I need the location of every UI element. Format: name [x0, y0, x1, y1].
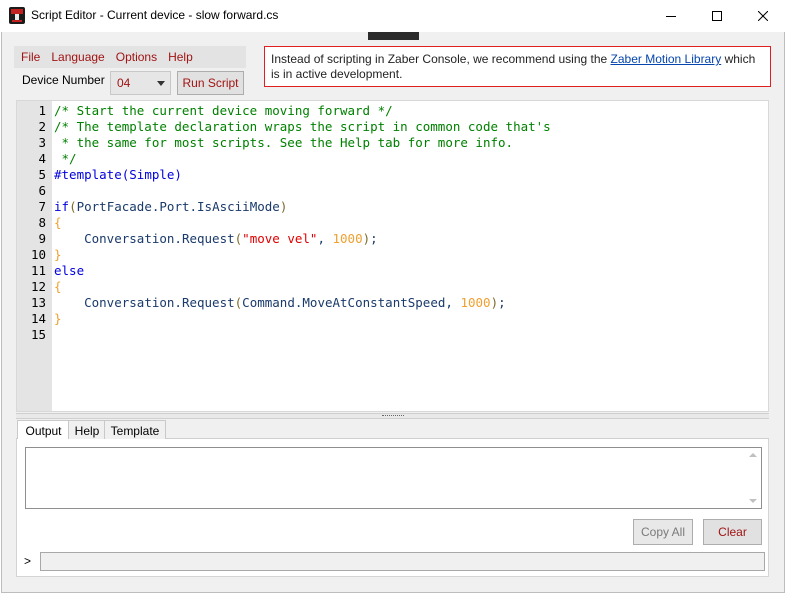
splitter-grip: [382, 415, 404, 417]
command-prompt: >: [24, 554, 32, 568]
line-number: 11: [30, 263, 46, 278]
code-line: if(PortFacade.Port.IsAsciiMode): [54, 199, 288, 214]
menu-file[interactable]: File: [21, 50, 40, 64]
line-number: 2: [38, 119, 46, 134]
notice-banner: Instead of scripting in Zaber Console, w…: [264, 46, 771, 87]
maximize-icon: [712, 10, 722, 21]
code-line: * the same for most scripts. See the Hel…: [54, 135, 514, 150]
line-number: 14: [30, 311, 46, 326]
tab-output[interactable]: Output: [17, 420, 70, 441]
line-number: 7: [38, 199, 46, 214]
line-number: 9: [38, 231, 46, 246]
copy-all-button[interactable]: Copy All: [633, 519, 693, 545]
tab-template[interactable]: Template: [104, 420, 166, 440]
line-number: 6: [38, 183, 46, 198]
zaber-motion-library-link[interactable]: Zaber Motion Library: [611, 52, 722, 66]
line-number: 5: [38, 167, 46, 182]
line-number: 8: [38, 215, 46, 230]
panel-splitter[interactable]: [16, 413, 769, 419]
menu-help[interactable]: Help: [168, 50, 193, 64]
run-script-button[interactable]: Run Script: [177, 71, 244, 95]
line-number: 3: [38, 135, 46, 150]
device-number-select[interactable]: 04: [110, 71, 171, 95]
title-bar[interactable]: Script Editor - Current device - slow fo…: [0, 0, 786, 32]
code-line: }: [54, 311, 62, 326]
code-line: }: [54, 247, 62, 262]
code-line: /* The template declaration wraps the sc…: [54, 119, 551, 134]
window-grab-handle[interactable]: [368, 32, 419, 40]
minimize-icon: [666, 15, 676, 17]
menu-language[interactable]: Language: [51, 50, 104, 64]
tab-help[interactable]: Help: [68, 420, 106, 440]
line-number: 4: [38, 151, 46, 166]
line-number: 12: [30, 279, 46, 294]
line-number: 1: [38, 103, 46, 118]
scroll-down-icon[interactable]: [749, 499, 757, 503]
code-editor[interactable]: 1 2 3 4 5 6 7 8 9 10 11 12 13 14 15 /* S…: [16, 100, 769, 412]
window-title: Script Editor - Current device - slow fo…: [31, 8, 279, 22]
line-number-gutter: 1 2 3 4 5 6 7 8 9 10 11 12 13 14 15: [17, 101, 52, 411]
code-line: */: [54, 151, 77, 166]
scroll-up-icon[interactable]: [749, 453, 757, 457]
device-number-value: 04: [117, 76, 131, 90]
chevron-down-icon: [157, 81, 165, 86]
menu-bar: File Language Options Help: [14, 46, 246, 68]
minimize-button[interactable]: [648, 0, 694, 31]
notice-text-before: Instead of scripting in Zaber Console, w…: [271, 52, 611, 66]
output-scrollbar[interactable]: [744, 448, 761, 508]
code-line: {: [54, 215, 62, 230]
code-line: Conversation.Request(Command.MoveAtConst…: [84, 295, 506, 310]
code-line: else: [54, 263, 85, 278]
maximize-button[interactable]: [694, 0, 740, 31]
code-line: {: [54, 279, 62, 294]
line-number: 15: [30, 327, 46, 342]
code-line: #template(Simple): [54, 167, 182, 182]
clear-button[interactable]: Clear: [703, 519, 762, 545]
close-button[interactable]: [740, 0, 786, 31]
menu-options[interactable]: Options: [116, 50, 157, 64]
line-number: 10: [30, 247, 46, 262]
output-textarea[interactable]: [25, 447, 762, 509]
code-line: Conversation.Request("move vel", 1000);: [84, 231, 378, 246]
command-input[interactable]: [40, 552, 765, 571]
line-number: 13: [30, 295, 46, 310]
app-icon: [9, 7, 25, 24]
close-icon: [758, 10, 768, 21]
code-line: /* Start the current device moving forwa…: [54, 103, 393, 118]
device-number-label: Device Number: [22, 73, 105, 87]
bottom-tab-strip: Output Help Template: [16, 420, 769, 441]
